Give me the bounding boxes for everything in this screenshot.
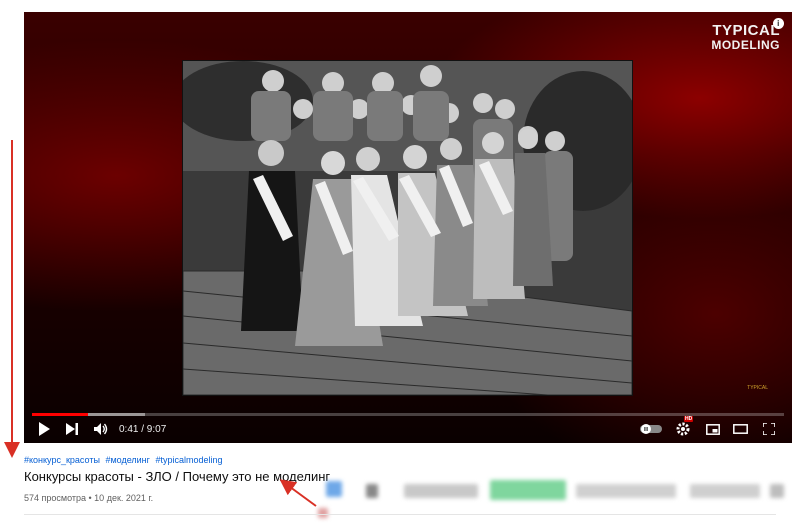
blurred-avatar [326,481,342,497]
autoplay-toggle-icon[interactable] [640,421,662,437]
theater-icon[interactable] [731,421,749,437]
blurred-action [490,480,566,500]
fullscreen-icon[interactable] [760,421,778,437]
blurred-action [318,508,328,518]
info-icon[interactable]: i [773,18,784,29]
blurred-action [576,484,676,498]
pageant-photo-illustration [183,61,632,395]
video-player[interactable]: TYPICAL MODELING i TYPICAL 0:41 / 9:07 H… [24,12,792,443]
hashtag-link[interactable]: #конкурс_красоты [24,455,100,465]
blurred-action [770,484,784,498]
time-display: 0:41 / 9:07 [119,424,167,435]
blurred-action [366,484,378,498]
watermark-line2: MODELING [711,38,780,52]
play-icon[interactable] [36,421,52,437]
blurred-action [690,484,760,498]
watermark-line1: TYPICAL [712,22,780,39]
hd-badge: HD [684,416,694,422]
corner-watermark: TYPICAL [747,385,768,391]
miniplayer-icon[interactable] [704,421,722,437]
next-icon[interactable] [64,421,80,437]
settings-icon[interactable]: HD [674,416,694,437]
volume-icon[interactable] [92,421,110,437]
channel-watermark: TYPICAL MODELING i [711,18,784,52]
hashtag-list: #конкурс_красоты #моделинг #typicalmodel… [24,455,584,466]
player-controls: 0:41 / 9:07 HD [24,413,792,443]
divider [24,514,776,515]
blurred-action [404,484,478,498]
hashtag-link[interactable]: #моделинг [105,455,150,465]
video-frame-photo [183,61,632,395]
hashtag-link[interactable]: #typicalmodeling [155,455,222,465]
